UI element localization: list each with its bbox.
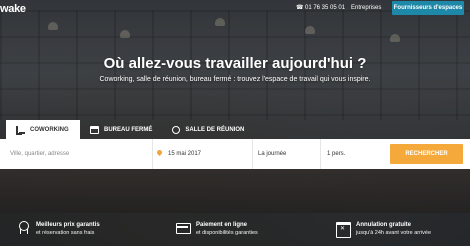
- search-button[interactable]: RECHERCHER: [390, 144, 463, 164]
- benefits-strip: Meilleurs prix garantis et réservation s…: [0, 213, 470, 246]
- date-field[interactable]: 15 mai 2017: [152, 139, 250, 169]
- site-logo[interactable]: wake: [0, 3, 26, 15]
- tab-label: BUREAU FERMÉ: [104, 126, 153, 133]
- space-type-tabs: COWORKING BUREAU FERMÉ SALLE DE RÉUNION: [6, 120, 254, 139]
- tab-coworking[interactable]: COWORKING: [6, 120, 80, 139]
- benefit-title: Meilleurs prix garantis: [36, 222, 100, 228]
- persons-value: 1 pers.: [327, 151, 346, 157]
- search-bar: Ville, quartier, adresse 15 mai 2017 La …: [0, 139, 470, 169]
- page-subtitle: Coworking, salle de réunion, bureau ferm…: [99, 76, 371, 83]
- tab-label: SALLE DE RÉUNION: [185, 126, 245, 133]
- benefit-subtitle: et disponibilités garanties: [196, 230, 258, 236]
- benefit-free-cancellation: Annulation gratuite jusqu'à 24h avant vo…: [336, 221, 432, 238]
- benefit-title: Paiement en ligne: [196, 222, 248, 228]
- meeting-room-icon: [172, 125, 181, 134]
- desk-chair-icon: [16, 125, 25, 135]
- credit-card-icon: [176, 221, 191, 235]
- benefit-title: Annulation gratuite: [356, 222, 411, 228]
- benefit-best-price: Meilleurs prix garantis et réservation s…: [16, 221, 100, 237]
- office-icon: [90, 125, 99, 134]
- tab-label: COWORKING: [30, 126, 69, 133]
- duration-select[interactable]: La journée: [252, 139, 318, 169]
- phone-contact[interactable]: 01 76 35 05 01: [296, 4, 346, 11]
- medal-icon: [16, 221, 30, 235]
- top-navigation: wake 01 76 35 05 01 Entreprises Fourniss…: [0, 0, 470, 20]
- fournisseurs-button[interactable]: Fournisseurs d'espaces: [392, 1, 464, 15]
- benefit-subtitle: et réservation sans frais: [36, 230, 95, 236]
- tab-salle-de-reunion[interactable]: SALLE DE RÉUNION: [162, 120, 254, 139]
- entreprises-link[interactable]: Entreprises: [351, 5, 381, 11]
- map-pin-icon: [157, 150, 163, 158]
- date-value: 15 mai 2017: [168, 151, 202, 157]
- persons-select[interactable]: 1 pers.: [320, 139, 388, 169]
- page-title: Où allez-vous travailler aujourd'hui ?: [103, 55, 367, 72]
- location-placeholder: Ville, quartier, adresse: [10, 151, 70, 157]
- duration-value: La journée: [258, 151, 287, 157]
- calendar-cancel-icon: [336, 221, 351, 238]
- benefit-online-payment: Paiement en ligne et disponibilités gara…: [176, 221, 258, 237]
- benefit-subtitle: jusqu'à 24h avant votre arrivée: [356, 230, 432, 236]
- location-input[interactable]: Ville, quartier, adresse: [6, 139, 150, 169]
- tab-bureau-ferme[interactable]: BUREAU FERMÉ: [80, 120, 162, 139]
- phone-number: 01 76 35 05 01: [305, 5, 346, 11]
- phone-icon: [296, 4, 303, 11]
